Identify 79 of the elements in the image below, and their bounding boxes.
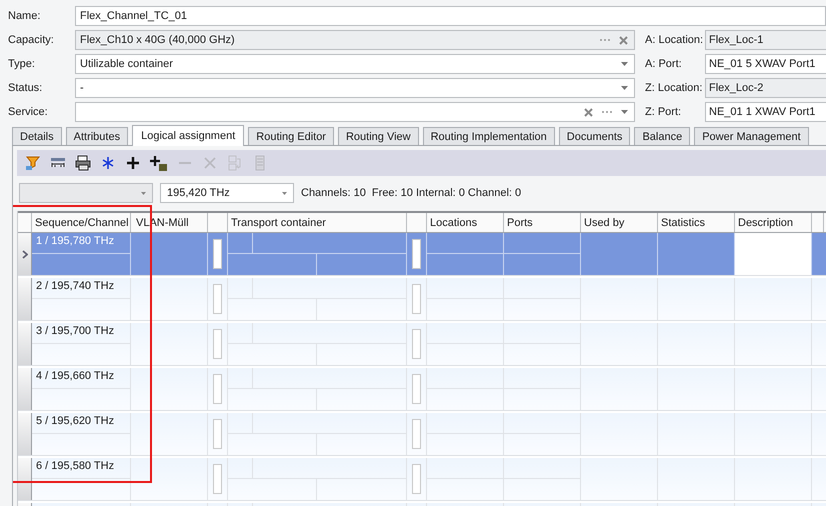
field-label: A: Port: [645,58,683,70]
column-header[interactable]: Used by [581,213,658,232]
ellipsis-icon[interactable] [599,36,611,44]
row-header[interactable] [18,368,32,410]
table-cell: 6 / 195,580 THz [32,458,131,479]
tab[interactable]: Attributes [66,127,128,145]
row-header[interactable] [18,413,32,455]
tab[interactable]: Details [12,127,62,145]
field-label: Service: [8,106,49,118]
filter-icon[interactable] [25,155,41,171]
picker-field[interactable] [75,102,635,122]
table-row[interactable]: 3 / 195,700 THz [18,323,826,366]
tab[interactable]: Balance [634,127,690,145]
column-header[interactable]: Statistics [658,213,735,232]
close-icon[interactable] [619,36,628,44]
toggle-slot [213,329,222,359]
toggle-slot [412,329,421,359]
table-cell: 5 / 195,620 THz [32,413,131,434]
chevron-right-icon [22,250,28,258]
dropdown-arrow-icon[interactable] [621,110,628,114]
dropdown-arrow-icon[interactable] [621,62,628,66]
dropdown-field[interactable]: - [75,78,635,98]
dropdown-arrow-icon[interactable] [621,86,628,90]
dropdown-field[interactable]: Utilizable container [75,54,635,74]
field-label: Z: Port: [645,106,682,118]
table-row[interactable]: 5 / 195,620 THz [18,413,826,456]
field-label: Status: [8,82,44,94]
table-row[interactable]: 4 / 195,660 THz [18,368,826,411]
column-header[interactable]: Ports [504,213,581,232]
table-cell: 3 / 195,700 THz [32,323,131,344]
toggle-slot [213,419,222,449]
row-header[interactable] [18,278,32,320]
tab[interactable]: Routing Implementation [422,127,555,145]
toggle-slot [213,239,222,269]
table-cell: 1 / 195,780 THz [32,233,131,254]
tab[interactable]: Documents [558,127,630,145]
toggle-slot [213,284,222,314]
tab[interactable]: Routing View [338,127,419,145]
table-row[interactable]: 2 / 195,740 THz [18,278,826,321]
toggle-slot [213,374,222,404]
toggle-slot [412,464,421,494]
column-header[interactable]: Sequence/Channel [32,213,131,232]
plus-icon[interactable] [125,155,141,171]
field-label: A: Location: [645,34,704,46]
row-header[interactable] [18,323,32,365]
table-row[interactable]: 6 / 195,580 THz [18,458,826,501]
toggle-slot [412,374,421,404]
ellipsis-icon[interactable] [601,108,613,116]
text-field[interactable]: Flex_Channel_TC_01 [75,6,826,26]
tab[interactable]: Logical assignment [132,125,244,146]
printer-icon[interactable] [75,155,91,171]
text-field[interactable]: NE_01 5 XWAV Port1 [705,54,826,74]
row-header[interactable] [18,458,32,500]
text-field[interactable]: Flex_Loc-2 [705,78,826,98]
dropdown-field[interactable]: 195,420 THz [160,183,294,203]
tab[interactable]: Routing Editor [248,127,334,145]
field-label: Name: [8,10,42,22]
column-header[interactable]: Locations [427,213,504,232]
field-label: Z: Location: [645,82,704,94]
lookup-field[interactable]: Flex_Ch10 x 40G (40,000 GHz) [75,30,635,50]
text-field[interactable]: Flex_Loc-1 [705,30,826,50]
toggle-slot [412,419,421,449]
channel-summary: Channels: 10 Free: 10 Internal: 0 Channel: 0 [301,187,522,199]
field-label: Type: [8,58,36,70]
toggle-slot [213,464,222,494]
table-cell: 4 / 195,660 THz [32,368,131,389]
close-icon[interactable] [584,108,593,116]
text-field[interactable]: NE_01 1 XWAV Port1 [705,102,826,122]
tab[interactable]: Power Management [694,127,809,145]
add-item-icon[interactable] [150,154,168,172]
field-label: Capacity: [8,34,55,46]
toggle-slot [412,239,421,269]
dropdown-arrow-icon[interactable] [282,192,287,194]
toggle-slot [412,284,421,314]
column-header[interactable]: Transport container [228,213,407,232]
snowflake-icon[interactable] [100,155,116,171]
table-cell: 2 / 195,740 THz [32,278,131,299]
column-header[interactable]: Description [735,213,812,232]
row-header[interactable] [18,233,32,275]
